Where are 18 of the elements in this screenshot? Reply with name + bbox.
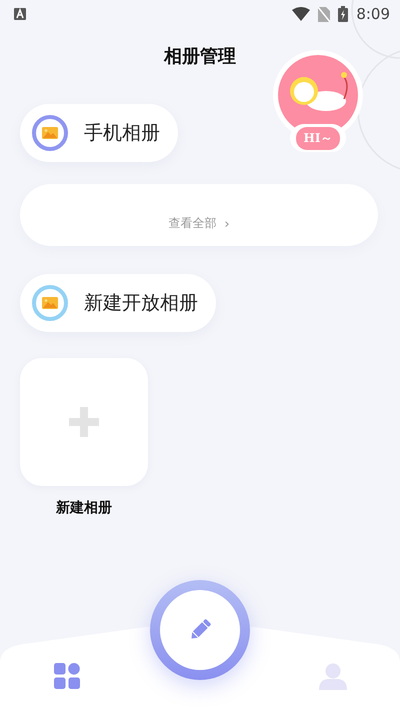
album-button[interactable]: 手机相册	[20, 104, 178, 162]
clock-time: 8:09	[356, 5, 390, 23]
hi-badge: HI～	[296, 126, 340, 150]
grid-tab[interactable]	[54, 663, 80, 689]
plus-icon	[69, 407, 99, 437]
album-button[interactable]: 新建开放相册	[20, 274, 216, 332]
no-sim-icon	[318, 6, 330, 22]
image-icon	[42, 127, 58, 139]
wifi-icon	[292, 7, 310, 21]
app-notification-icon	[14, 8, 26, 20]
chevron-icon: ›	[224, 217, 230, 232]
page-title: 相册管理	[162, 45, 237, 69]
person-icon	[319, 663, 347, 690]
image-icon	[42, 297, 58, 309]
new-album-tile[interactable]	[20, 358, 148, 486]
grid-icon	[54, 663, 80, 689]
battery-charging-icon	[338, 6, 348, 22]
new-album-label: 新建相册	[56, 500, 112, 516]
